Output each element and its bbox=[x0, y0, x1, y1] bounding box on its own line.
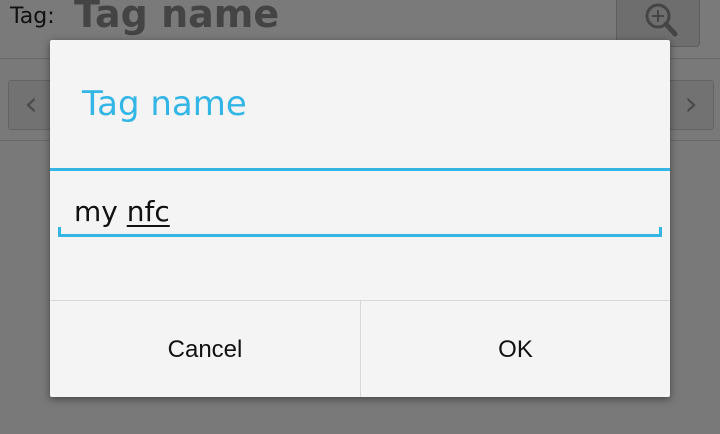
dialog-button-bar: Cancel OK bbox=[50, 300, 670, 397]
title-divider bbox=[50, 168, 670, 171]
tag-name-input-text[interactable]: my nfc bbox=[74, 190, 170, 234]
input-underline bbox=[58, 234, 662, 237]
input-text-plain: my bbox=[74, 195, 127, 228]
tag-name-field[interactable]: my nfc bbox=[58, 186, 662, 238]
ok-button[interactable]: OK bbox=[361, 301, 670, 397]
dialog-title: Tag name bbox=[82, 84, 247, 124]
input-underline-left-tick bbox=[58, 227, 61, 235]
tag-name-dialog: Tag name my nfc Cancel OK bbox=[50, 40, 670, 397]
cancel-button[interactable]: Cancel bbox=[50, 301, 360, 397]
input-text-composing-word: nfc bbox=[126, 195, 170, 228]
input-underline-right-tick bbox=[659, 227, 662, 235]
